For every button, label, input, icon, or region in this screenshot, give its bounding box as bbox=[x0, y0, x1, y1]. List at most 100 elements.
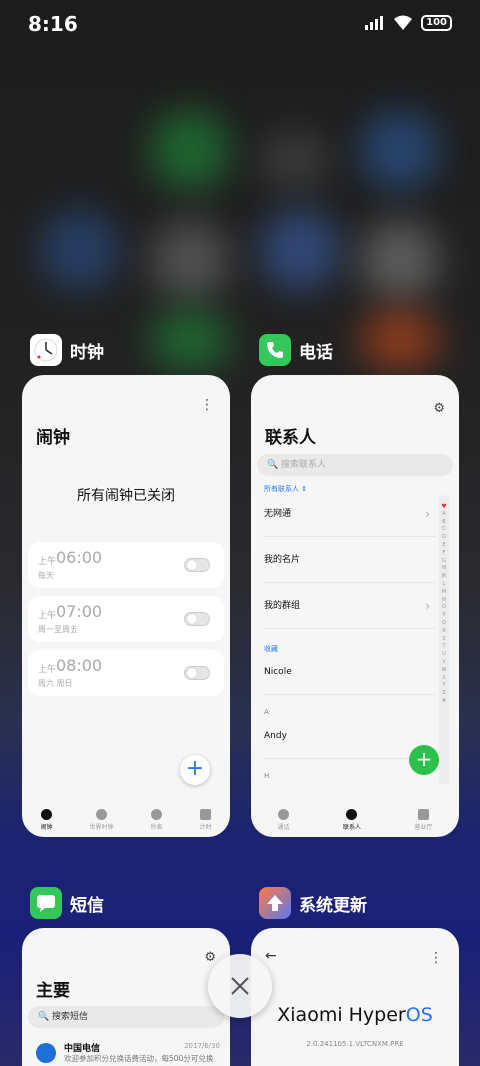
contacts-title: 联系人 bbox=[265, 428, 316, 448]
alarm-toggle[interactable] bbox=[184, 612, 210, 626]
clear-all-button[interactable] bbox=[208, 954, 272, 1018]
recent-card-phone[interactable]: ⚙ 联系人 🔍 搜索联系人 所有联系人 ⇕ 无网通 › 我的名片 我的群组 › 收藏… bbox=[251, 375, 459, 837]
row-label: 无网通 bbox=[264, 509, 292, 519]
back-arrow-icon[interactable]: ← bbox=[265, 948, 277, 964]
app-name-sms: 短信 bbox=[70, 895, 104, 916]
status-icons: 100 bbox=[365, 15, 452, 31]
alarm-repeat: 周一至周五 bbox=[38, 625, 78, 634]
app-header-clock[interactable]: 时钟 bbox=[30, 334, 104, 366]
tab-label: 通话 bbox=[277, 824, 290, 831]
tab-alarm[interactable]: 闹钟 bbox=[40, 809, 53, 831]
settings-gear-icon[interactable]: ⚙ bbox=[204, 950, 216, 965]
more-icon[interactable]: ⋮ bbox=[429, 950, 443, 966]
alarm-time: 06:00 bbox=[56, 548, 103, 567]
recent-card-sms[interactable]: ⚙ 主要 🔍 搜索短信 中国电信 2017/6/30 欢迎参加积分兑换话费活动，… bbox=[22, 928, 230, 1066]
close-icon bbox=[231, 977, 249, 995]
contact-row[interactable]: 我的群组 › bbox=[264, 583, 436, 629]
wallpaper-blob bbox=[260, 130, 330, 190]
alarm-toggle[interactable] bbox=[184, 558, 210, 572]
contact-row[interactable]: Nicole bbox=[264, 649, 436, 695]
tab-contacts[interactable]: 联系人 bbox=[343, 809, 361, 831]
contact-name: Nicole bbox=[264, 667, 292, 677]
app-name-phone: 电话 bbox=[299, 342, 333, 363]
tab-label: 秒表 bbox=[150, 824, 163, 831]
status-bar: 8:16 100 bbox=[0, 0, 480, 50]
alarm-item[interactable]: 上午 06:00 每天 bbox=[28, 542, 224, 588]
wallpaper-blob bbox=[150, 110, 230, 190]
tab-label: 世界时钟 bbox=[89, 824, 114, 831]
all-alarms-off: 所有闹钟已关闭 bbox=[77, 488, 175, 504]
app-header-phone[interactable]: 电话 bbox=[259, 334, 333, 366]
tab-label: 联系人 bbox=[342, 824, 361, 831]
message-preview: 欢迎参加积分兑换话费活动，每500分可兑换 bbox=[64, 1054, 214, 1063]
phone-icon bbox=[278, 809, 290, 820]
recent-card-update[interactable]: ← ⋮ Xiaomi HyperOS 2.0.241105.1.VLTCNXM.… bbox=[251, 928, 459, 1066]
wallpaper-blob bbox=[40, 210, 120, 290]
stopwatch-icon bbox=[150, 809, 162, 820]
contacts-search-input[interactable]: 🔍 搜索联系人 bbox=[257, 454, 453, 476]
alarm-repeat: 周六 周日 bbox=[38, 679, 73, 688]
alarm-time: 07:00 bbox=[56, 602, 103, 621]
chevron-right-icon: › bbox=[425, 507, 430, 521]
tab-timer[interactable]: 计时 bbox=[199, 809, 212, 831]
person-icon bbox=[346, 809, 358, 820]
clock-tab-bar: 闹钟 世界时钟 秒表 计时 bbox=[22, 803, 230, 837]
update-app-icon bbox=[259, 887, 291, 919]
recent-card-clock[interactable]: ⋮ 闹钟 所有闹钟已关闭 上午 06:00 每天 上午 07:00 周一至周五 … bbox=[22, 375, 230, 837]
sms-title: 主要 bbox=[36, 981, 70, 1001]
add-contact-button[interactable]: + bbox=[409, 745, 439, 775]
store-icon bbox=[417, 809, 429, 820]
alarm-time: 08:00 bbox=[56, 656, 103, 675]
tab-calls[interactable]: 通话 bbox=[278, 809, 290, 831]
os-version: 2.0.241105.1.VLTCNXM.PRE bbox=[306, 1040, 404, 1048]
app-name-update: 系统更新 bbox=[299, 895, 367, 916]
alarm-icon bbox=[40, 809, 52, 820]
tab-label: 营业厅 bbox=[414, 824, 433, 831]
contact-row[interactable]: 我的名片 bbox=[264, 537, 436, 583]
message-item[interactable]: 中国电信 2017/6/30 欢迎参加积分兑换话费活动，每500分可兑换 bbox=[36, 1040, 220, 1066]
add-alarm-button[interactable]: + bbox=[180, 755, 210, 785]
settings-gear-icon[interactable]: ⚙ bbox=[433, 401, 445, 416]
contact-name: Andy bbox=[264, 731, 287, 741]
search-icon: 🔍 bbox=[267, 460, 279, 470]
app-header-sms[interactable]: 短信 bbox=[30, 887, 104, 919]
app-header-update[interactable]: 系统更新 bbox=[259, 887, 367, 919]
alarm-toggle[interactable] bbox=[184, 666, 210, 680]
wallpaper-blob bbox=[360, 310, 440, 370]
hourglass-icon bbox=[199, 809, 211, 820]
clock-title: 闹钟 bbox=[36, 428, 70, 448]
more-icon[interactable]: ⋮ bbox=[200, 397, 214, 413]
hyperos-title: Xiaomi HyperOS bbox=[251, 1004, 459, 1026]
status-time: 8:16 bbox=[28, 12, 78, 36]
heart-icon: ♥ bbox=[441, 503, 447, 510]
sms-app-icon bbox=[30, 887, 62, 919]
search-placeholder: 搜索联系人 bbox=[281, 460, 327, 470]
alarm-item[interactable]: 上午 07:00 周一至周五 bbox=[28, 596, 224, 642]
sms-search-input[interactable]: 🔍 搜索短信 bbox=[28, 1006, 224, 1028]
search-placeholder: 搜索短信 bbox=[52, 1012, 89, 1022]
china-telecom-logo bbox=[36, 1043, 56, 1063]
app-name-clock: 时钟 bbox=[70, 342, 104, 363]
message-date: 2017/6/30 bbox=[184, 1042, 220, 1050]
clock-app-icon bbox=[30, 334, 62, 366]
phone-app-icon bbox=[259, 334, 291, 366]
tab-stopwatch[interactable]: 秒表 bbox=[150, 809, 163, 831]
tab-world-clock[interactable]: 世界时钟 bbox=[89, 809, 114, 831]
tab-service-hall[interactable]: 营业厅 bbox=[414, 809, 432, 831]
alarm-item[interactable]: 上午 08:00 周六 周日 bbox=[28, 650, 224, 696]
tab-label: 闹钟 bbox=[40, 824, 53, 831]
search-icon: 🔍 bbox=[38, 1012, 50, 1022]
wallpaper-blob bbox=[360, 220, 440, 300]
alphabet-letters: ABCDEFGHIJKLMNOPQRSTUVWXYZ# bbox=[441, 510, 447, 704]
brand-os: OS bbox=[405, 1004, 433, 1026]
battery-icon: 100 bbox=[421, 15, 452, 31]
alphabet-index[interactable]: ♥ ABCDEFGHIJKLMNOPQRSTUVWXYZ# bbox=[439, 495, 449, 785]
brand-name: Xiaomi Hyper bbox=[277, 1004, 406, 1026]
contact-row[interactable]: 无网通 › bbox=[264, 491, 436, 537]
wifi-icon bbox=[394, 15, 413, 30]
tab-label: 计时 bbox=[199, 824, 212, 831]
phone-tab-bar: 通话 联系人 营业厅 bbox=[251, 803, 459, 837]
alarm-ampm: 上午 bbox=[38, 665, 57, 675]
alarm-ampm: 上午 bbox=[38, 557, 57, 567]
wallpaper-blob bbox=[360, 110, 440, 190]
